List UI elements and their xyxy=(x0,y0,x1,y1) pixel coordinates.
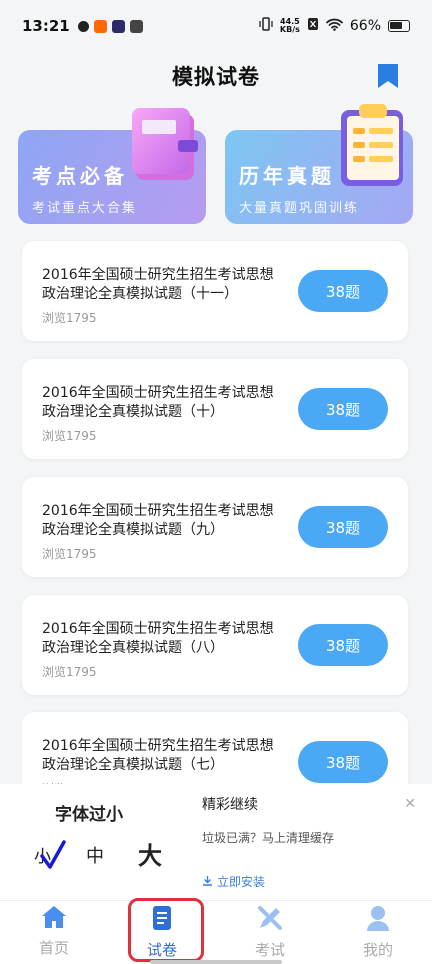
promo-row: 考点必备 考试重点大合集 历年真题 大量真题巩固训练 xyxy=(18,104,414,226)
tab-exam[interactable]: 考试 xyxy=(216,901,324,964)
download-icon xyxy=(202,875,213,889)
checkmark-icon xyxy=(40,840,66,874)
status-right: 44.5 KB/s 66% xyxy=(259,17,410,35)
tab-papers[interactable]: 试卷 xyxy=(108,901,216,964)
vibrate-icon xyxy=(259,17,273,35)
tab-label: 首页 xyxy=(38,939,69,957)
exam-title: 2016年全国硕士研究生招生考试思想政治理论全真模拟试题（七） xyxy=(42,738,274,773)
user-icon xyxy=(366,905,390,935)
battery-icon xyxy=(388,20,410,32)
net-speed-unit: KB/s xyxy=(279,25,300,34)
exam-title: 2016年全国硕士研究生招生考试思想政治理论全真模拟试题（十一） xyxy=(42,267,274,302)
exam-card[interactable]: 2016年全国硕士研究生招生考试思想政治理论全真模拟试题（十一） 浏览1795 … xyxy=(22,241,408,341)
net-speed: 44.5 KB/s xyxy=(280,18,300,34)
exam-views: 浏览1795 xyxy=(42,311,97,325)
tab-bar: 首页 试卷 考试 我的 xyxy=(0,900,432,964)
exam-views: 浏览1795 xyxy=(42,429,97,443)
exam-title: 2016年全国硕士研究生招生考试思想政治理论全真模拟试题（十） xyxy=(42,385,274,420)
question-count-button[interactable]: 38题 xyxy=(298,270,388,312)
install-link[interactable]: 立即安装 xyxy=(202,873,265,890)
clipboard-icon xyxy=(331,100,411,192)
question-count-button[interactable]: 38题 xyxy=(298,388,388,430)
font-size-medium-option[interactable]: 中 xyxy=(86,842,104,868)
app-notification-icon xyxy=(129,19,143,33)
font-size-large-option[interactable]: 大 xyxy=(138,836,162,871)
exam-title: 2016年全国硕士研究生招生考试思想政治理论全真模拟试题（九） xyxy=(42,503,274,538)
tab-label: 试卷 xyxy=(146,941,177,959)
page-title: 模拟试卷 xyxy=(172,65,260,89)
paper-scroll-icon xyxy=(150,905,174,935)
app-notification-icon xyxy=(77,20,89,32)
tab-home[interactable]: 首页 xyxy=(0,901,108,964)
question-count-button[interactable]: 38题 xyxy=(298,741,388,783)
app-notification-icon xyxy=(111,19,125,33)
exam-views: 浏览1795 xyxy=(42,547,97,561)
tab-label: 我的 xyxy=(362,941,393,959)
promo-past-exams[interactable]: 历年真题 大量真题巩固训练 xyxy=(225,104,413,224)
notebook-icon xyxy=(128,100,204,188)
exam-title: 2016年全国硕士研究生招生考试思想政治理论全真模拟试题（八） xyxy=(42,621,274,656)
promo-key-points[interactable]: 考点必备 考试重点大合集 xyxy=(18,108,206,224)
install-label: 立即安装 xyxy=(217,875,266,889)
wifi-icon xyxy=(325,18,343,35)
question-count-button[interactable]: 38题 xyxy=(298,624,388,666)
promo-subtitle: 大量真题巩固训练 xyxy=(239,201,360,216)
status-time: 13:21 xyxy=(22,17,70,35)
exam-views: 浏览1795 xyxy=(42,665,97,679)
close-icon[interactable]: ✕ xyxy=(404,796,416,812)
pencil-ruler-icon xyxy=(257,905,283,935)
question-count-button[interactable]: 38题 xyxy=(298,506,388,548)
ad-title: 精彩继续 xyxy=(202,797,258,813)
battery-percent: 66% xyxy=(349,18,381,34)
tab-label: 考试 xyxy=(254,941,285,959)
status-bar: 13:21 44.5 KB/s 66% xyxy=(0,0,432,52)
exam-card[interactable]: 2016年全国硕士研究生招生考试思想政治理论全真模拟试题（十） 浏览1795 3… xyxy=(22,359,408,459)
home-icon xyxy=(41,905,67,933)
exam-card[interactable]: 2016年全国硕士研究生招生考试思想政治理论全真模拟试题（九） 浏览1795 3… xyxy=(22,477,408,577)
home-indicator xyxy=(150,960,282,964)
exam-card[interactable]: 2016年全国硕士研究生招生考试思想政治理论全真模拟试题（八） 浏览1795 3… xyxy=(22,595,408,695)
font-size-title: 字体过小 xyxy=(55,805,123,825)
tab-mine[interactable]: 我的 xyxy=(324,901,432,964)
bottom-popup: 字体过小 小 中 大 精彩继续 垃圾已满？马上清理缓存 立即安装 ✕ xyxy=(0,784,432,900)
ad-description: 垃圾已满？马上清理缓存 xyxy=(202,831,335,845)
header: 模拟试卷 xyxy=(0,52,432,100)
notification-icons xyxy=(77,19,143,33)
bookmark-icon[interactable] xyxy=(377,64,399,88)
app-notification-icon xyxy=(93,19,107,33)
promo-subtitle: 考试重点大合集 xyxy=(32,201,138,216)
sim-icon xyxy=(307,17,319,35)
